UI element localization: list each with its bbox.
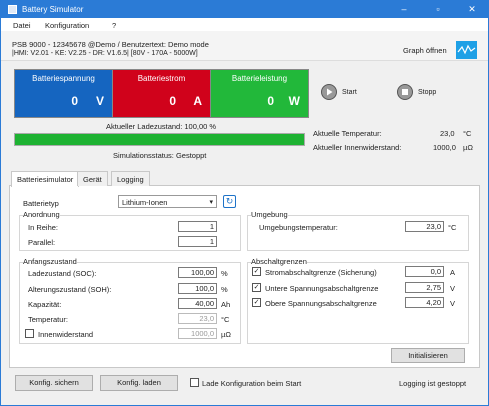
capacity-input[interactable]: 40,00 <box>178 298 217 309</box>
device-info-line1: PSB 9000 - 12345678 @Demo / Benutzertext… <box>12 40 209 49</box>
menu-bar: Datei Konfiguration ? <box>1 18 488 31</box>
open-graph-link[interactable]: Graph öffnen <box>403 46 447 55</box>
initialize-button[interactable]: Initialisieren <box>391 348 465 363</box>
capacity-unit: Ah <box>221 300 231 309</box>
internal-resistance-input[interactable]: 1000,0 <box>178 328 217 339</box>
initial-soc-unit: % <box>221 269 228 278</box>
graph-logo-icon[interactable] <box>456 41 477 59</box>
upper-voltage-input[interactable]: 4,20 <box>405 297 444 308</box>
initial-temp-unit: °C <box>221 315 230 324</box>
series-label: In Reihe: <box>28 223 59 232</box>
current-ir-label: Aktueller Innenwiderstand: <box>313 143 402 152</box>
minimize-icon[interactable]: – <box>392 1 416 18</box>
initial-soc-input[interactable]: 100,00 <box>178 267 217 278</box>
power-label: Batterieleistung <box>231 74 288 83</box>
current-ir-unit: µΩ <box>463 143 473 152</box>
battery-type-value: Lithium-Ionen <box>122 198 168 207</box>
current-label: Batteriestrom <box>137 74 186 83</box>
logging-status: Logging ist gestoppt <box>399 379 467 388</box>
voltage-panel: Batteriespannung 0 V <box>14 69 113 118</box>
maximize-icon[interactable]: ▫ <box>426 1 450 18</box>
initial-temp-label: Temperatur: <box>28 315 69 324</box>
lower-voltage-unit: V <box>450 284 456 293</box>
autoload-checkbox[interactable] <box>190 378 199 387</box>
ambient-temp-label: Umgebungstemperatur: <box>259 223 338 232</box>
upper-voltage-label: Obere Spannungsabschaltgrenze <box>265 299 377 308</box>
power-value: 0 <box>267 94 274 108</box>
lower-voltage-input[interactable]: 2,75 <box>405 282 444 293</box>
current-limit-label: Stromabschaltgrenze (Sicherung) <box>265 268 377 277</box>
power-unit: W <box>288 94 300 108</box>
close-icon[interactable]: ✕ <box>460 1 484 18</box>
soc-progress-fill <box>15 134 304 145</box>
device-info-line2: |HMI: V2.01 - KE: V2.25 - DR: V1.6.5| [8… <box>12 50 198 57</box>
title-bar: Battery Simulator – ▫ ✕ <box>1 1 488 18</box>
voltage-label: Batteriespannung <box>32 74 95 83</box>
soc-status-label: Aktueller Ladezustand: 100,00 % <box>106 122 217 131</box>
current-temp-value: 23,0 <box>440 129 455 138</box>
initial-state-title: Anfangszustand <box>23 257 77 266</box>
battery-type-select[interactable]: Lithium-Ionen ▾ <box>118 195 217 208</box>
autoload-label: Lade Konfiguration beim Start <box>202 379 302 388</box>
stop-icon <box>397 84 413 100</box>
initial-soh-input[interactable]: 100,0 <box>178 283 217 294</box>
battery-type-label: Batterietyp <box>23 199 59 208</box>
internal-resistance-label: Innenwiderstand <box>38 330 94 339</box>
play-icon <box>321 84 337 100</box>
menu-help[interactable]: ? <box>112 21 116 30</box>
initial-soc-label: Ladezustand (SOC): <box>28 269 97 278</box>
voltage-unit: V <box>95 94 104 108</box>
app-window: Battery Simulator – ▫ ✕ Datei Konfigurat… <box>0 0 489 406</box>
current-limit-input[interactable]: 0,0 <box>405 266 444 277</box>
tab-logging[interactable]: Logging <box>111 171 150 186</box>
current-temp-unit: °C <box>463 129 472 138</box>
stop-label: Stopp <box>418 89 437 96</box>
upper-voltage-unit: V <box>450 299 456 308</box>
start-label: Start <box>342 89 357 96</box>
ambient-temp-unit: °C <box>448 223 457 232</box>
upper-voltage-checkbox[interactable]: ✓ <box>252 298 261 307</box>
parallel-input[interactable]: 1 <box>178 236 217 247</box>
initial-temp-input[interactable]: 23,0 <box>178 313 217 324</box>
internal-resistance-checkbox[interactable] <box>25 329 34 338</box>
current-unit: A <box>193 94 202 108</box>
app-icon <box>8 5 17 14</box>
tab-geraet[interactable]: Gerät <box>77 171 108 186</box>
soc-progress-bar <box>14 133 305 146</box>
limits-title: Abschaltgrenzen <box>251 257 307 266</box>
current-limit-unit: A <box>450 268 456 277</box>
current-temp-label: Aktuelle Temperatur: <box>313 129 382 138</box>
initial-soh-label: Alterungszustand (SOH): <box>28 285 112 294</box>
save-config-button[interactable]: Konfig. sichern <box>15 375 93 391</box>
device-info-bar: PSB 9000 - 12345678 @Demo / Benutzertext… <box>1 31 488 61</box>
menu-konfiguration[interactable]: Konfiguration <box>45 21 89 30</box>
current-ir-value: 1000,0 <box>433 143 456 152</box>
current-value: 0 <box>169 94 176 108</box>
simulation-status: Simulationsstatus: Gestoppt <box>113 151 207 160</box>
current-limit-checkbox[interactable]: ✓ <box>252 267 261 276</box>
voltage-value: 0 <box>71 94 78 108</box>
window-title: Battery Simulator <box>22 5 84 14</box>
chevron-down-icon: ▾ <box>209 199 213 206</box>
lower-voltage-checkbox[interactable]: ✓ <box>252 283 261 292</box>
menu-datei[interactable]: Datei <box>13 21 31 30</box>
series-input[interactable]: 1 <box>178 221 217 232</box>
environment-title: Umgebung <box>251 210 288 219</box>
internal-resistance-unit: µΩ <box>221 330 231 339</box>
capacity-label: Kapazität: <box>28 300 62 309</box>
load-config-button[interactable]: Konfig. laden <box>100 375 178 391</box>
parallel-label: Parallel: <box>28 238 56 247</box>
lower-voltage-label: Untere Spannungsabschaltgrenze <box>265 284 379 293</box>
refresh-icon[interactable]: ↻ <box>223 195 236 208</box>
initial-soh-unit: % <box>221 285 228 294</box>
arrangement-title: Anordnung <box>23 210 60 219</box>
power-panel: Batterieleistung 0 W <box>210 69 309 118</box>
tab-batteriesimulator[interactable]: Batteriesimulator <box>11 171 80 187</box>
current-panel: Batteriestrom 0 A <box>112 69 211 118</box>
ambient-temp-input[interactable]: 23,0 <box>405 221 444 232</box>
